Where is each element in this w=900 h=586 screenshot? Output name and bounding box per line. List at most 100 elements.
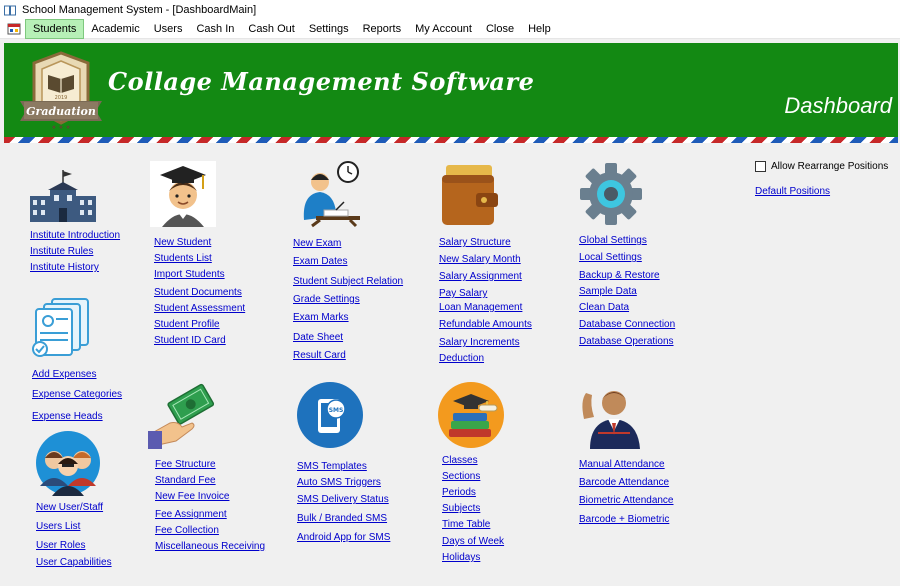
rearrange-option[interactable]: Allow Rearrange Positions bbox=[755, 161, 888, 172]
link-new-user-staff[interactable]: New User/Staff bbox=[36, 502, 112, 514]
link-import-students[interactable]: Import Students bbox=[154, 269, 245, 281]
menu-settings[interactable]: Settings bbox=[302, 20, 356, 38]
menu-reports[interactable]: Reports bbox=[356, 20, 409, 38]
link-days-of-week[interactable]: Days of Week bbox=[442, 536, 505, 548]
school-building-icon bbox=[30, 170, 96, 222]
link-student-id-card[interactable]: Student ID Card bbox=[154, 335, 245, 347]
wallet-icon bbox=[442, 165, 498, 225]
link-new-fee-invoice[interactable]: New Fee Invoice bbox=[155, 491, 265, 503]
link-clean-data[interactable]: Clean Data bbox=[579, 302, 675, 314]
link-student-subject-relation[interactable]: Student Subject Relation bbox=[293, 276, 403, 288]
documents-icon bbox=[32, 298, 89, 357]
link-student-assessment[interactable]: Student Assessment bbox=[154, 303, 245, 315]
menu-cash-out[interactable]: Cash Out bbox=[241, 20, 301, 38]
link-database-operations[interactable]: Database Operations bbox=[579, 336, 675, 348]
link-android-app-sms[interactable]: Android App for SMS bbox=[297, 532, 390, 544]
books-graduation-icon bbox=[438, 382, 504, 448]
link-classes[interactable]: Classes bbox=[442, 455, 505, 467]
link-loan-management[interactable]: Loan Management bbox=[439, 302, 532, 314]
money-hand-icon bbox=[148, 383, 215, 449]
link-miscellaneous-receiving[interactable]: Miscellaneous Receiving bbox=[155, 541, 265, 553]
link-fee-assignment[interactable]: Fee Assignment bbox=[155, 509, 265, 521]
link-holidays[interactable]: Holidays bbox=[442, 552, 505, 564]
link-fee-collection[interactable]: Fee Collection bbox=[155, 525, 265, 537]
teacher-attendance-icon bbox=[582, 391, 640, 449]
menu-cash-in[interactable]: Cash In bbox=[189, 20, 241, 38]
link-institute-introduction[interactable]: Institute Introduction bbox=[30, 230, 120, 242]
mdi-window-icon[interactable] bbox=[7, 22, 21, 36]
link-subjects[interactable]: Subjects bbox=[442, 503, 505, 515]
link-barcode-attendance[interactable]: Barcode Attendance bbox=[579, 477, 674, 489]
link-refundable-amounts[interactable]: Refundable Amounts bbox=[439, 319, 532, 331]
link-sms-delivery-status[interactable]: SMS Delivery Status bbox=[297, 494, 390, 506]
link-add-expenses[interactable]: Add Expenses bbox=[32, 369, 122, 381]
link-database-connection[interactable]: Database Connection bbox=[579, 319, 675, 331]
menu-students[interactable]: Students bbox=[25, 19, 85, 39]
link-exam-dates[interactable]: Exam Dates bbox=[293, 256, 403, 268]
app-book-icon bbox=[4, 5, 16, 15]
institute-section: Institute Introduction Institute Rules I… bbox=[28, 168, 120, 274]
link-salary-assignment[interactable]: Salary Assignment bbox=[439, 271, 532, 283]
link-student-profile[interactable]: Student Profile bbox=[154, 319, 245, 331]
link-new-salary-month[interactable]: New Salary Month bbox=[439, 254, 532, 266]
link-student-documents[interactable]: Student Documents bbox=[154, 287, 245, 299]
expenses-section: Add Expenses Expense Categories Expense … bbox=[28, 295, 122, 423]
link-backup-restore[interactable]: Backup & Restore bbox=[579, 270, 675, 282]
link-manual-attendance[interactable]: Manual Attendance bbox=[579, 459, 674, 471]
link-time-table[interactable]: Time Table bbox=[442, 519, 505, 531]
menu-bar: Students Academic Users Cash In Cash Out… bbox=[0, 19, 900, 39]
menu-close[interactable]: Close bbox=[479, 20, 521, 38]
academic-section: Classes Sections Periods Subjects Time T… bbox=[437, 381, 505, 564]
graduate-student-icon bbox=[150, 161, 216, 227]
window-title: School Management System - [DashboardMai… bbox=[22, 4, 257, 16]
link-sections[interactable]: Sections bbox=[442, 471, 505, 483]
students-section: New Student Students List Import Student… bbox=[150, 161, 245, 347]
gear-icon bbox=[580, 163, 642, 225]
link-pay-salary[interactable]: Pay Salary bbox=[439, 288, 532, 300]
link-biometric-attendance[interactable]: Biometric Attendance bbox=[579, 495, 674, 507]
users-section: New User/Staff Users List User Roles Use… bbox=[34, 430, 112, 569]
link-sms-templates[interactable]: SMS Templates bbox=[297, 461, 390, 473]
link-users-list[interactable]: Users List bbox=[36, 521, 112, 533]
menu-academic[interactable]: Academic bbox=[84, 20, 146, 38]
link-expense-heads[interactable]: Expense Heads bbox=[32, 411, 122, 423]
link-fee-structure[interactable]: Fee Structure bbox=[155, 459, 265, 471]
link-institute-rules[interactable]: Institute Rules bbox=[30, 246, 120, 258]
menu-help[interactable]: Help bbox=[521, 20, 558, 38]
link-barcode-biometric[interactable]: Barcode + Biometric bbox=[579, 514, 674, 526]
link-result-card[interactable]: Result Card bbox=[293, 350, 403, 362]
header-banner: Graduation 2019 ★ ★ ★ Collage Management… bbox=[4, 43, 898, 143]
link-students-list[interactable]: Students List bbox=[154, 253, 245, 265]
link-periods[interactable]: Periods bbox=[442, 487, 505, 499]
title-bar: School Management System - [DashboardMai… bbox=[0, 0, 900, 20]
link-user-capabilities[interactable]: User Capabilities bbox=[36, 557, 112, 569]
users-group-icon bbox=[36, 431, 100, 496]
link-auto-sms-triggers[interactable]: Auto SMS Triggers bbox=[297, 477, 390, 489]
rearrange-checkbox[interactable] bbox=[755, 161, 766, 172]
link-deduction[interactable]: Deduction bbox=[439, 353, 532, 365]
link-global-settings[interactable]: Global Settings bbox=[579, 235, 675, 247]
link-new-exam[interactable]: New Exam bbox=[293, 238, 403, 250]
link-new-student[interactable]: New Student bbox=[154, 237, 245, 249]
link-exam-marks[interactable]: Exam Marks bbox=[293, 312, 403, 324]
link-standard-fee[interactable]: Standard Fee bbox=[155, 475, 265, 487]
link-user-roles[interactable]: User Roles bbox=[36, 540, 112, 552]
link-sample-data[interactable]: Sample Data bbox=[579, 286, 675, 298]
link-salary-structure[interactable]: Salary Structure bbox=[439, 237, 532, 249]
sms-phone-icon: SMS bbox=[297, 382, 363, 448]
fees-section: Fee Structure Standard Fee New Fee Invoi… bbox=[148, 383, 265, 553]
link-institute-history[interactable]: Institute History bbox=[30, 262, 120, 274]
menu-my-account[interactable]: My Account bbox=[408, 20, 479, 38]
rearrange-label: Allow Rearrange Positions bbox=[771, 161, 889, 172]
link-expense-categories[interactable]: Expense Categories bbox=[32, 389, 122, 401]
attendance-section: Manual Attendance Barcode Attendance Bio… bbox=[578, 383, 674, 526]
link-grade-settings[interactable]: Grade Settings bbox=[293, 294, 403, 306]
menu-users[interactable]: Users bbox=[147, 20, 190, 38]
link-local-settings[interactable]: Local Settings bbox=[579, 252, 675, 264]
default-positions-link[interactable]: Default Positions bbox=[755, 186, 830, 197]
link-date-sheet[interactable]: Date Sheet bbox=[293, 332, 403, 344]
svg-text:SMS: SMS bbox=[329, 407, 344, 414]
link-bulk-branded-sms[interactable]: Bulk / Branded SMS bbox=[297, 513, 390, 525]
student-exam-icon bbox=[303, 161, 360, 228]
link-salary-increments[interactable]: Salary Increments bbox=[439, 337, 532, 349]
